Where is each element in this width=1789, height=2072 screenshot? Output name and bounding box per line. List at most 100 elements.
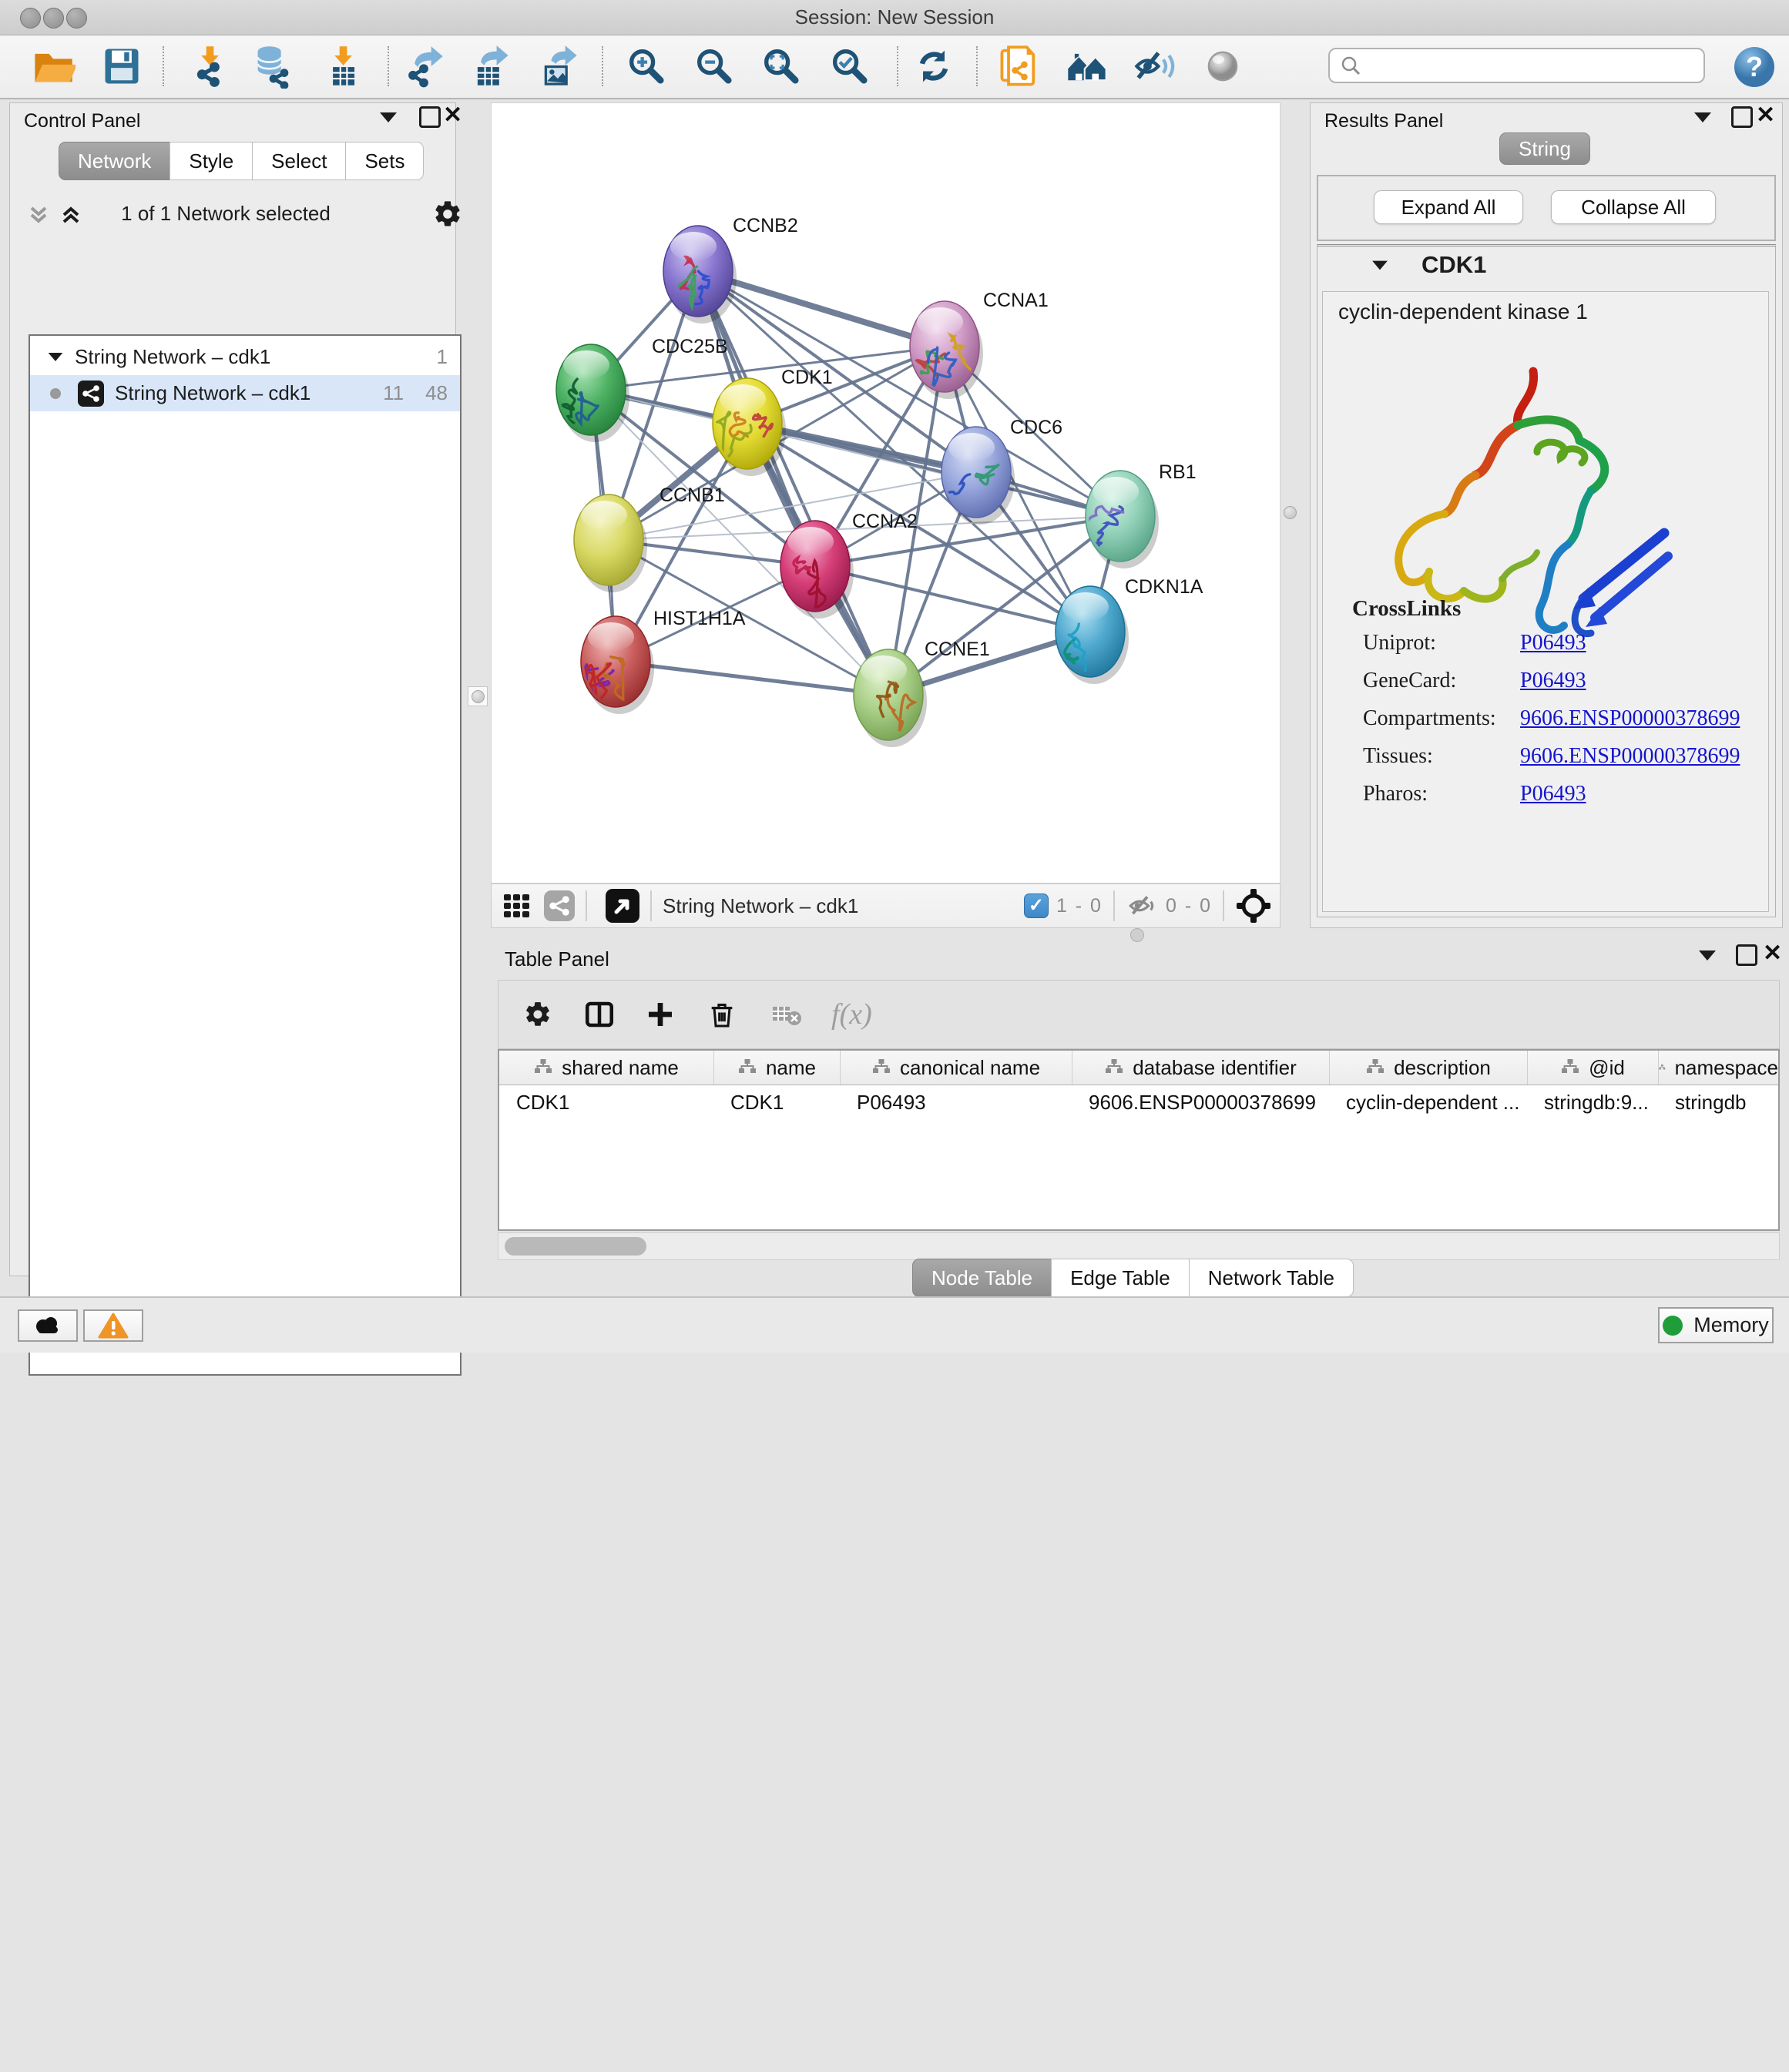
birdseye-view-icon[interactable] [606, 889, 639, 923]
table-horizontal-scrollbar[interactable] [498, 1232, 1780, 1260]
zoom-selected-icon[interactable] [827, 44, 872, 89]
tab-edge-table[interactable]: Edge Table [1051, 1259, 1190, 1297]
network-node-RB1[interactable]: RB1 [1080, 461, 1196, 568]
network-node-HIST1H1A[interactable]: HIST1H1A [579, 608, 746, 714]
selected-nodes-checkbox[interactable]: ✓ [1024, 894, 1049, 918]
tab-sets[interactable]: Sets [345, 142, 424, 180]
panel-menu-icon[interactable] [1699, 951, 1716, 961]
fit-selected-target-icon[interactable] [1235, 887, 1272, 924]
tab-network-table[interactable]: Network Table [1189, 1259, 1354, 1297]
crosslink-value-link[interactable]: P06493 [1520, 669, 1586, 693]
network-node-CDC25B[interactable]: CDC25B [556, 336, 728, 442]
crosslink-value-link[interactable]: 9606.ENSP00000378699 [1520, 744, 1740, 769]
network-node-CDKN1A[interactable]: CDKN1A [1056, 576, 1203, 684]
hidden-eye-slash-icon[interactable] [1126, 890, 1158, 922]
close-panel-icon[interactable]: ✕ [443, 107, 462, 124]
panel-menu-icon[interactable] [380, 112, 397, 122]
column-header-description[interactable]: description [1329, 1051, 1527, 1085]
network-edge-HIST1H1A-CCNE1[interactable] [616, 662, 888, 695]
crosslink-value-link[interactable]: P06493 [1520, 631, 1586, 655]
import-network-database-icon[interactable] [251, 44, 296, 89]
right-splitter-handle[interactable] [1280, 503, 1299, 521]
table-cell: cyclin-dependent ... [1329, 1085, 1527, 1119]
crosslink-value-link[interactable]: P06493 [1520, 782, 1586, 806]
import-network-file-icon[interactable] [187, 44, 232, 89]
delete-table-icon[interactable] [770, 997, 804, 1031]
open-session-icon[interactable] [31, 44, 76, 89]
warning-button[interactable] [83, 1309, 143, 1342]
cloud-icon [32, 1314, 64, 1337]
network-node-CCNA1[interactable]: CCNA1 [910, 290, 1049, 399]
network-options-gear-icon[interactable] [432, 199, 463, 230]
grid-view-icon[interactable] [502, 891, 532, 920]
column-header-shared-name[interactable]: shared name [499, 1051, 713, 1085]
refresh-icon[interactable] [911, 44, 956, 89]
float-panel-icon[interactable] [419, 106, 441, 128]
home-icon[interactable] [1065, 44, 1109, 89]
network-row-selected[interactable]: String Network – cdk1 11 48 [30, 375, 460, 411]
split-columns-icon[interactable] [583, 998, 616, 1031]
tab-node-table[interactable]: Node Table [912, 1259, 1052, 1297]
scrollbar-thumb[interactable] [505, 1237, 646, 1256]
table-cell: stringdb [1658, 1085, 1778, 1119]
column-header-name[interactable]: name [713, 1051, 840, 1085]
column-header-canonical-name[interactable]: canonical name [840, 1051, 1072, 1085]
export-image-icon[interactable] [536, 44, 581, 89]
column-header-namespace[interactable]: namespace [1658, 1051, 1778, 1085]
delete-column-trash-icon[interactable] [707, 999, 737, 1030]
close-panel-icon[interactable]: ✕ [1763, 945, 1782, 962]
network-canvas[interactable]: CCNB2CCNA1CDC25BCDK1CDC6RB1CCNB1CCNA2CDK… [491, 102, 1280, 883]
close-panel-icon[interactable]: ✕ [1756, 107, 1775, 124]
zoom-in-icon[interactable] [624, 44, 669, 89]
table-settings-gear-icon[interactable] [523, 1000, 552, 1029]
help-icon[interactable]: ? [1733, 45, 1776, 89]
import-table-icon[interactable] [321, 44, 365, 89]
network-node-CCNB2[interactable]: CCNB2 [663, 215, 798, 324]
cloud-button[interactable] [18, 1309, 78, 1342]
crosslink-row: Uniprot:P06493 [1363, 631, 1756, 655]
tab-string[interactable]: String [1499, 132, 1590, 165]
collapse-all-button[interactable]: Collapse All [1551, 190, 1716, 224]
show-panel-eye-icon[interactable] [1200, 44, 1245, 89]
add-column-icon[interactable] [645, 999, 676, 1030]
zoom-fit-icon[interactable] [759, 44, 804, 89]
network-edge-CCNB2-CCNE1[interactable] [698, 271, 888, 695]
toolbar-separator [976, 46, 978, 86]
expand-all-button[interactable]: Expand All [1374, 190, 1523, 224]
crosslink-value-link[interactable]: 9606.ENSP00000378699 [1520, 706, 1740, 731]
separator [1223, 890, 1224, 921]
column-type-icon [534, 1058, 552, 1077]
table-row[interactable]: CDK1CDK1P064939606.ENSP00000378699cyclin… [499, 1085, 1778, 1119]
hide-panel-eye-icon[interactable] [1132, 44, 1176, 89]
network-share-icon[interactable] [544, 890, 575, 921]
search-input[interactable] [1362, 50, 1703, 81]
left-splitter-handle[interactable] [468, 686, 488, 706]
memory-button[interactable]: Memory [1658, 1307, 1774, 1343]
toolbar-separator [388, 46, 389, 86]
zoom-out-icon[interactable] [692, 44, 737, 89]
tab-network[interactable]: Network [59, 142, 170, 180]
float-panel-icon[interactable] [1731, 106, 1753, 128]
panel-menu-icon[interactable] [1694, 112, 1711, 122]
tab-select[interactable]: Select [252, 142, 346, 180]
column-header-@id[interactable]: @id [1527, 1051, 1658, 1085]
export-table-icon[interactable] [468, 44, 512, 89]
network-collection-row[interactable]: String Network – cdk1 1 [30, 339, 460, 375]
network-node-CCNE1[interactable]: CCNE1 [854, 639, 990, 747]
collapse-section-icon[interactable] [1372, 261, 1388, 270]
column-header-database-identifier[interactable]: database identifier [1072, 1051, 1329, 1085]
float-panel-icon[interactable] [1736, 944, 1757, 966]
horizontal-splitter-handle[interactable] [1130, 928, 1144, 942]
function-builder-icon[interactable]: f(x) [831, 997, 872, 1031]
network-view-title: String Network – cdk1 [663, 894, 858, 918]
save-session-icon[interactable] [99, 44, 144, 89]
status-bar: Memory [0, 1296, 1789, 1353]
collapse-caret-icon[interactable] [49, 353, 63, 361]
tab-style[interactable]: Style [170, 142, 253, 180]
search-field[interactable] [1328, 48, 1705, 83]
expand-all-tree-icon[interactable] [25, 202, 52, 228]
table-cell: P06493 [840, 1085, 1072, 1119]
share-document-icon[interactable] [997, 44, 1042, 89]
export-network-icon[interactable] [401, 44, 446, 89]
network-node-CCNA2[interactable]: CCNA2 [780, 511, 918, 619]
